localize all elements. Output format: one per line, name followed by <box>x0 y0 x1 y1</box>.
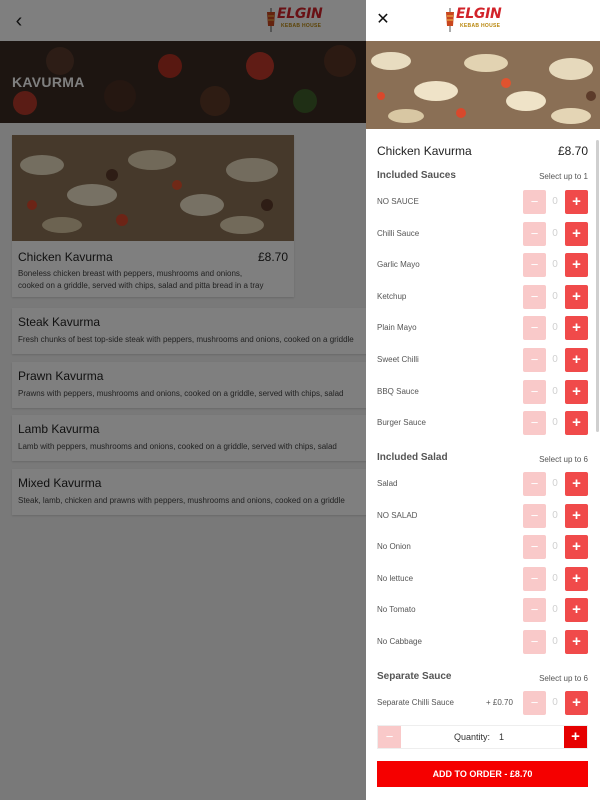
add-to-order-button[interactable]: ADD TO ORDER - £8.70 <box>377 761 588 787</box>
option-row: Sweet Chilli − 0 + <box>366 348 600 372</box>
option-label: NO SALAD <box>377 511 418 520</box>
option-count: 0 <box>552 478 558 489</box>
option-count: 0 <box>552 573 558 584</box>
kebab-logo-icon <box>446 8 454 32</box>
increment-button[interactable]: + <box>565 190 588 214</box>
option-count: 0 <box>552 697 558 708</box>
option-row: No Tomato − 0 + <box>366 598 600 622</box>
option-count: 0 <box>552 259 558 270</box>
option-label: No Onion <box>377 542 411 551</box>
item-price: £8.70 <box>557 144 588 158</box>
decrement-button[interactable]: − <box>523 504 546 528</box>
increment-button[interactable]: + <box>565 380 588 404</box>
option-label: No Tomato <box>377 605 416 614</box>
increment-button[interactable]: + <box>565 504 588 528</box>
option-count: 0 <box>552 636 558 647</box>
increment-button[interactable]: + <box>565 472 588 496</box>
decrement-button[interactable]: − <box>523 535 546 559</box>
option-row: NO SALAD − 0 + <box>366 504 600 528</box>
option-count: 0 <box>552 510 558 521</box>
option-extra-price: + £0.70 <box>486 698 513 707</box>
option-count: 0 <box>552 417 558 428</box>
option-label: Burger Sauce <box>377 418 426 427</box>
section-hint-salad: Select up to 6 <box>539 455 588 464</box>
option-row: Plain Mayo − 0 + <box>366 316 600 340</box>
option-row: Separate Chilli Sauce + £0.70 − 0 + <box>366 691 600 715</box>
section-hint-sauces: Select up to 1 <box>539 172 588 181</box>
option-label: Sweet Chilli <box>377 355 419 364</box>
section-title-salad: Included Salad <box>377 452 448 463</box>
item-options-panel: ✕ ELGIN KEBAB HOUSE Chicken Kavurma £8.7… <box>366 0 600 800</box>
option-label: Ketchup <box>377 292 407 301</box>
option-row: No Cabbage − 0 + <box>366 630 600 654</box>
option-row: BBQ Sauce − 0 + <box>366 380 600 404</box>
option-count: 0 <box>552 354 558 365</box>
option-count: 0 <box>552 291 558 302</box>
decrement-button[interactable]: − <box>523 472 546 496</box>
increment-button[interactable]: + <box>565 535 588 559</box>
panel-header: ✕ ELGIN KEBAB HOUSE <box>366 0 600 41</box>
option-label: Separate Chilli Sauce <box>377 698 454 707</box>
quantity-stepper: − Quantity: 1 + <box>377 725 588 749</box>
increment-button[interactable]: + <box>565 222 588 246</box>
logo-subtext: KEBAB HOUSE <box>460 23 501 29</box>
decrement-button[interactable]: − <box>523 411 546 435</box>
option-count: 0 <box>552 604 558 615</box>
option-count: 0 <box>552 228 558 239</box>
option-count: 0 <box>552 322 558 333</box>
decrement-button[interactable]: − <box>523 348 546 372</box>
logo-text: ELGIN <box>456 6 502 22</box>
option-label: NO SAUCE <box>377 197 419 206</box>
decrement-button[interactable]: − <box>523 691 546 715</box>
decrement-button[interactable]: − <box>523 190 546 214</box>
option-label: Garlic Mayo <box>377 260 420 269</box>
option-count: 0 <box>552 196 558 207</box>
decrement-button[interactable]: − <box>523 567 546 591</box>
decrement-button[interactable]: − <box>523 598 546 622</box>
increment-button[interactable]: + <box>565 411 588 435</box>
option-count: 0 <box>552 541 558 552</box>
option-row: NO SAUCE − 0 + <box>366 190 600 214</box>
quantity-label: Quantity: <box>454 732 491 742</box>
option-row: No Onion − 0 + <box>366 535 600 559</box>
option-label: Plain Mayo <box>377 323 417 332</box>
section-title-separate-sauce: Separate Sauce <box>377 671 452 682</box>
item-title: Chicken Kavurma <box>377 144 472 158</box>
quantity-increment-button[interactable]: + <box>564 726 587 748</box>
decrement-button[interactable]: − <box>523 222 546 246</box>
quantity-decrement-button[interactable]: − <box>378 726 401 748</box>
increment-button[interactable]: + <box>565 630 588 654</box>
option-row: Salad − 0 + <box>366 472 600 496</box>
decrement-button[interactable]: − <box>523 380 546 404</box>
option-row: Ketchup − 0 + <box>366 285 600 309</box>
option-row: Garlic Mayo − 0 + <box>366 253 600 277</box>
option-label: No Cabbage <box>377 637 422 646</box>
increment-button[interactable]: + <box>565 348 588 372</box>
section-hint-separate-sauce: Select up to 6 <box>539 674 588 683</box>
close-icon[interactable]: ✕ <box>374 10 392 30</box>
option-row: No lettuce − 0 + <box>366 567 600 591</box>
increment-button[interactable]: + <box>565 316 588 340</box>
increment-button[interactable]: + <box>565 567 588 591</box>
option-label: Chilli Sauce <box>377 229 420 238</box>
increment-button[interactable]: + <box>565 691 588 715</box>
option-row: Burger Sauce − 0 + <box>366 411 600 435</box>
increment-button[interactable]: + <box>565 285 588 309</box>
option-label: Salad <box>377 479 398 488</box>
increment-button[interactable]: + <box>565 253 588 277</box>
option-label: BBQ Sauce <box>377 387 419 396</box>
increment-button[interactable]: + <box>565 598 588 622</box>
decrement-button[interactable]: − <box>523 630 546 654</box>
item-image <box>366 41 600 129</box>
option-row: Chilli Sauce − 0 + <box>366 222 600 246</box>
decrement-button[interactable]: − <box>523 316 546 340</box>
decrement-button[interactable]: − <box>523 285 546 309</box>
section-title-sauces: Included Sauces <box>377 170 456 181</box>
elgin-logo: ELGIN KEBAB HOUSE <box>442 5 504 35</box>
quantity-value[interactable]: 1 <box>499 732 504 742</box>
option-label: No lettuce <box>377 574 414 583</box>
decrement-button[interactable]: − <box>523 253 546 277</box>
option-count: 0 <box>552 386 558 397</box>
